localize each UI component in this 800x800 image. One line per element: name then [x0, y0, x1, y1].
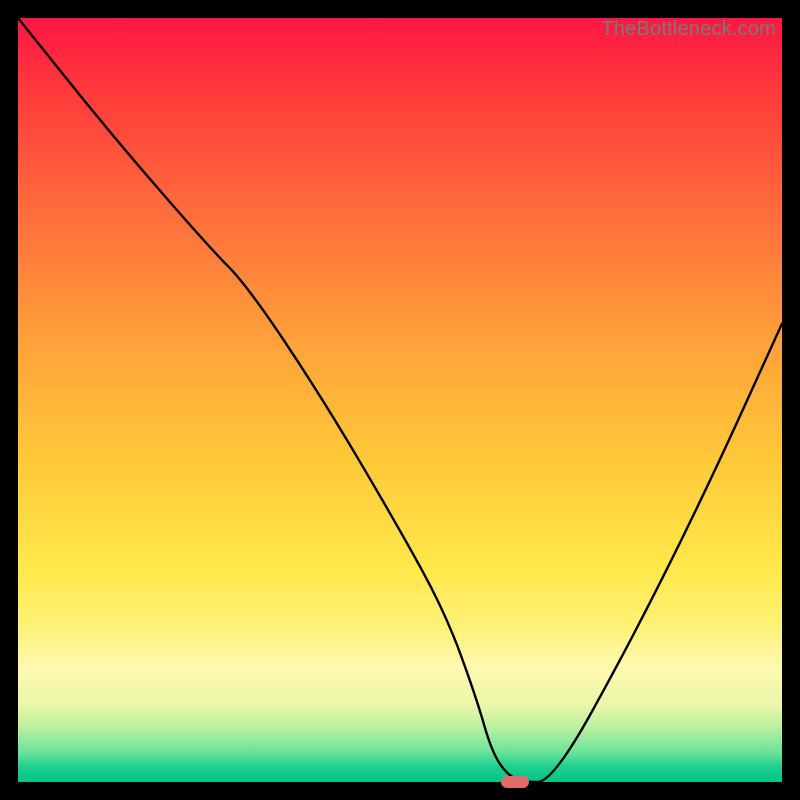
curve-path [18, 18, 782, 782]
chart-frame: TheBottleneck.com [0, 0, 800, 800]
bottleneck-curve [18, 18, 782, 782]
optimum-marker [501, 776, 529, 788]
plot-area: TheBottleneck.com [18, 18, 782, 782]
